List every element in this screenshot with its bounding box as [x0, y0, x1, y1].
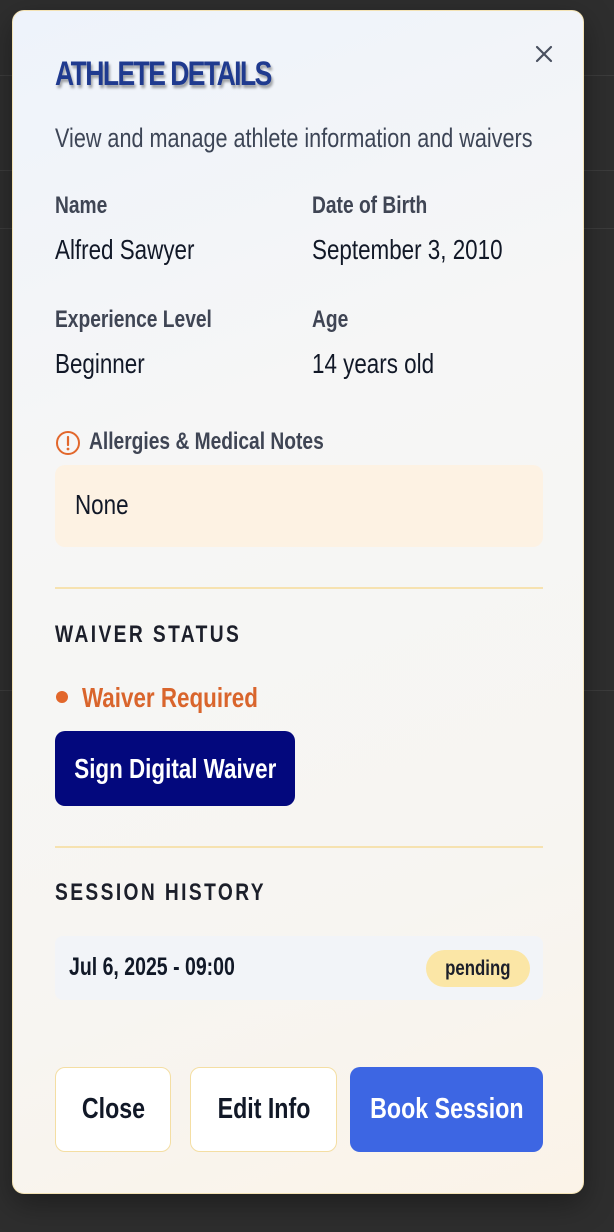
book-session-button-label: Book Session: [369, 1093, 524, 1125]
edit-info-button[interactable]: Edit Info: [190, 1067, 337, 1152]
status-badge: pending: [426, 950, 530, 987]
athlete-details-modal: Athlete Details View and manage athlete …: [12, 10, 584, 1194]
dob-value: September 3, 2010: [312, 234, 503, 265]
modal-title: Athlete Details: [55, 55, 272, 93]
experience-label: Experience Level: [55, 306, 212, 333]
experience-value: Beginner: [55, 348, 145, 379]
medical-notes-label: Allergies & Medical Notes: [89, 428, 324, 455]
waiver-status-text: Waiver Required: [82, 682, 258, 713]
book-session-button[interactable]: Book Session: [350, 1067, 543, 1152]
medical-notes-box: None: [55, 465, 543, 547]
session-history-heading: Session History: [55, 879, 266, 906]
age-label: Age: [312, 306, 349, 333]
name-label: Name: [55, 192, 108, 219]
status-dot-icon: [56, 691, 68, 703]
session-row[interactable]: Jul 6, 2025 - 09:00 pending: [55, 936, 543, 1000]
medical-notes-value: None: [75, 489, 129, 520]
session-datetime: Jul 6, 2025 - 09:00: [69, 953, 235, 981]
divider: [55, 846, 543, 848]
modal-subtitle: View and manage athlete information and …: [55, 123, 533, 153]
divider: [55, 587, 543, 589]
dob-label: Date of Birth: [312, 192, 428, 219]
close-icon[interactable]: [529, 39, 559, 69]
sign-waiver-button-label: Sign Digital Waiver: [73, 752, 277, 784]
sign-waiver-button[interactable]: Sign Digital Waiver: [55, 731, 295, 806]
close-button[interactable]: Close: [55, 1067, 171, 1152]
age-value: 14 years old: [312, 348, 435, 379]
name-value: Alfred Sawyer: [55, 234, 195, 265]
alert-circle-icon: [56, 431, 80, 455]
waiver-status-heading: Waiver Status: [55, 621, 242, 648]
edit-info-button-label: Edit Info: [217, 1093, 310, 1125]
status-badge-label: pending: [445, 956, 511, 980]
close-button-label: Close: [81, 1093, 145, 1125]
